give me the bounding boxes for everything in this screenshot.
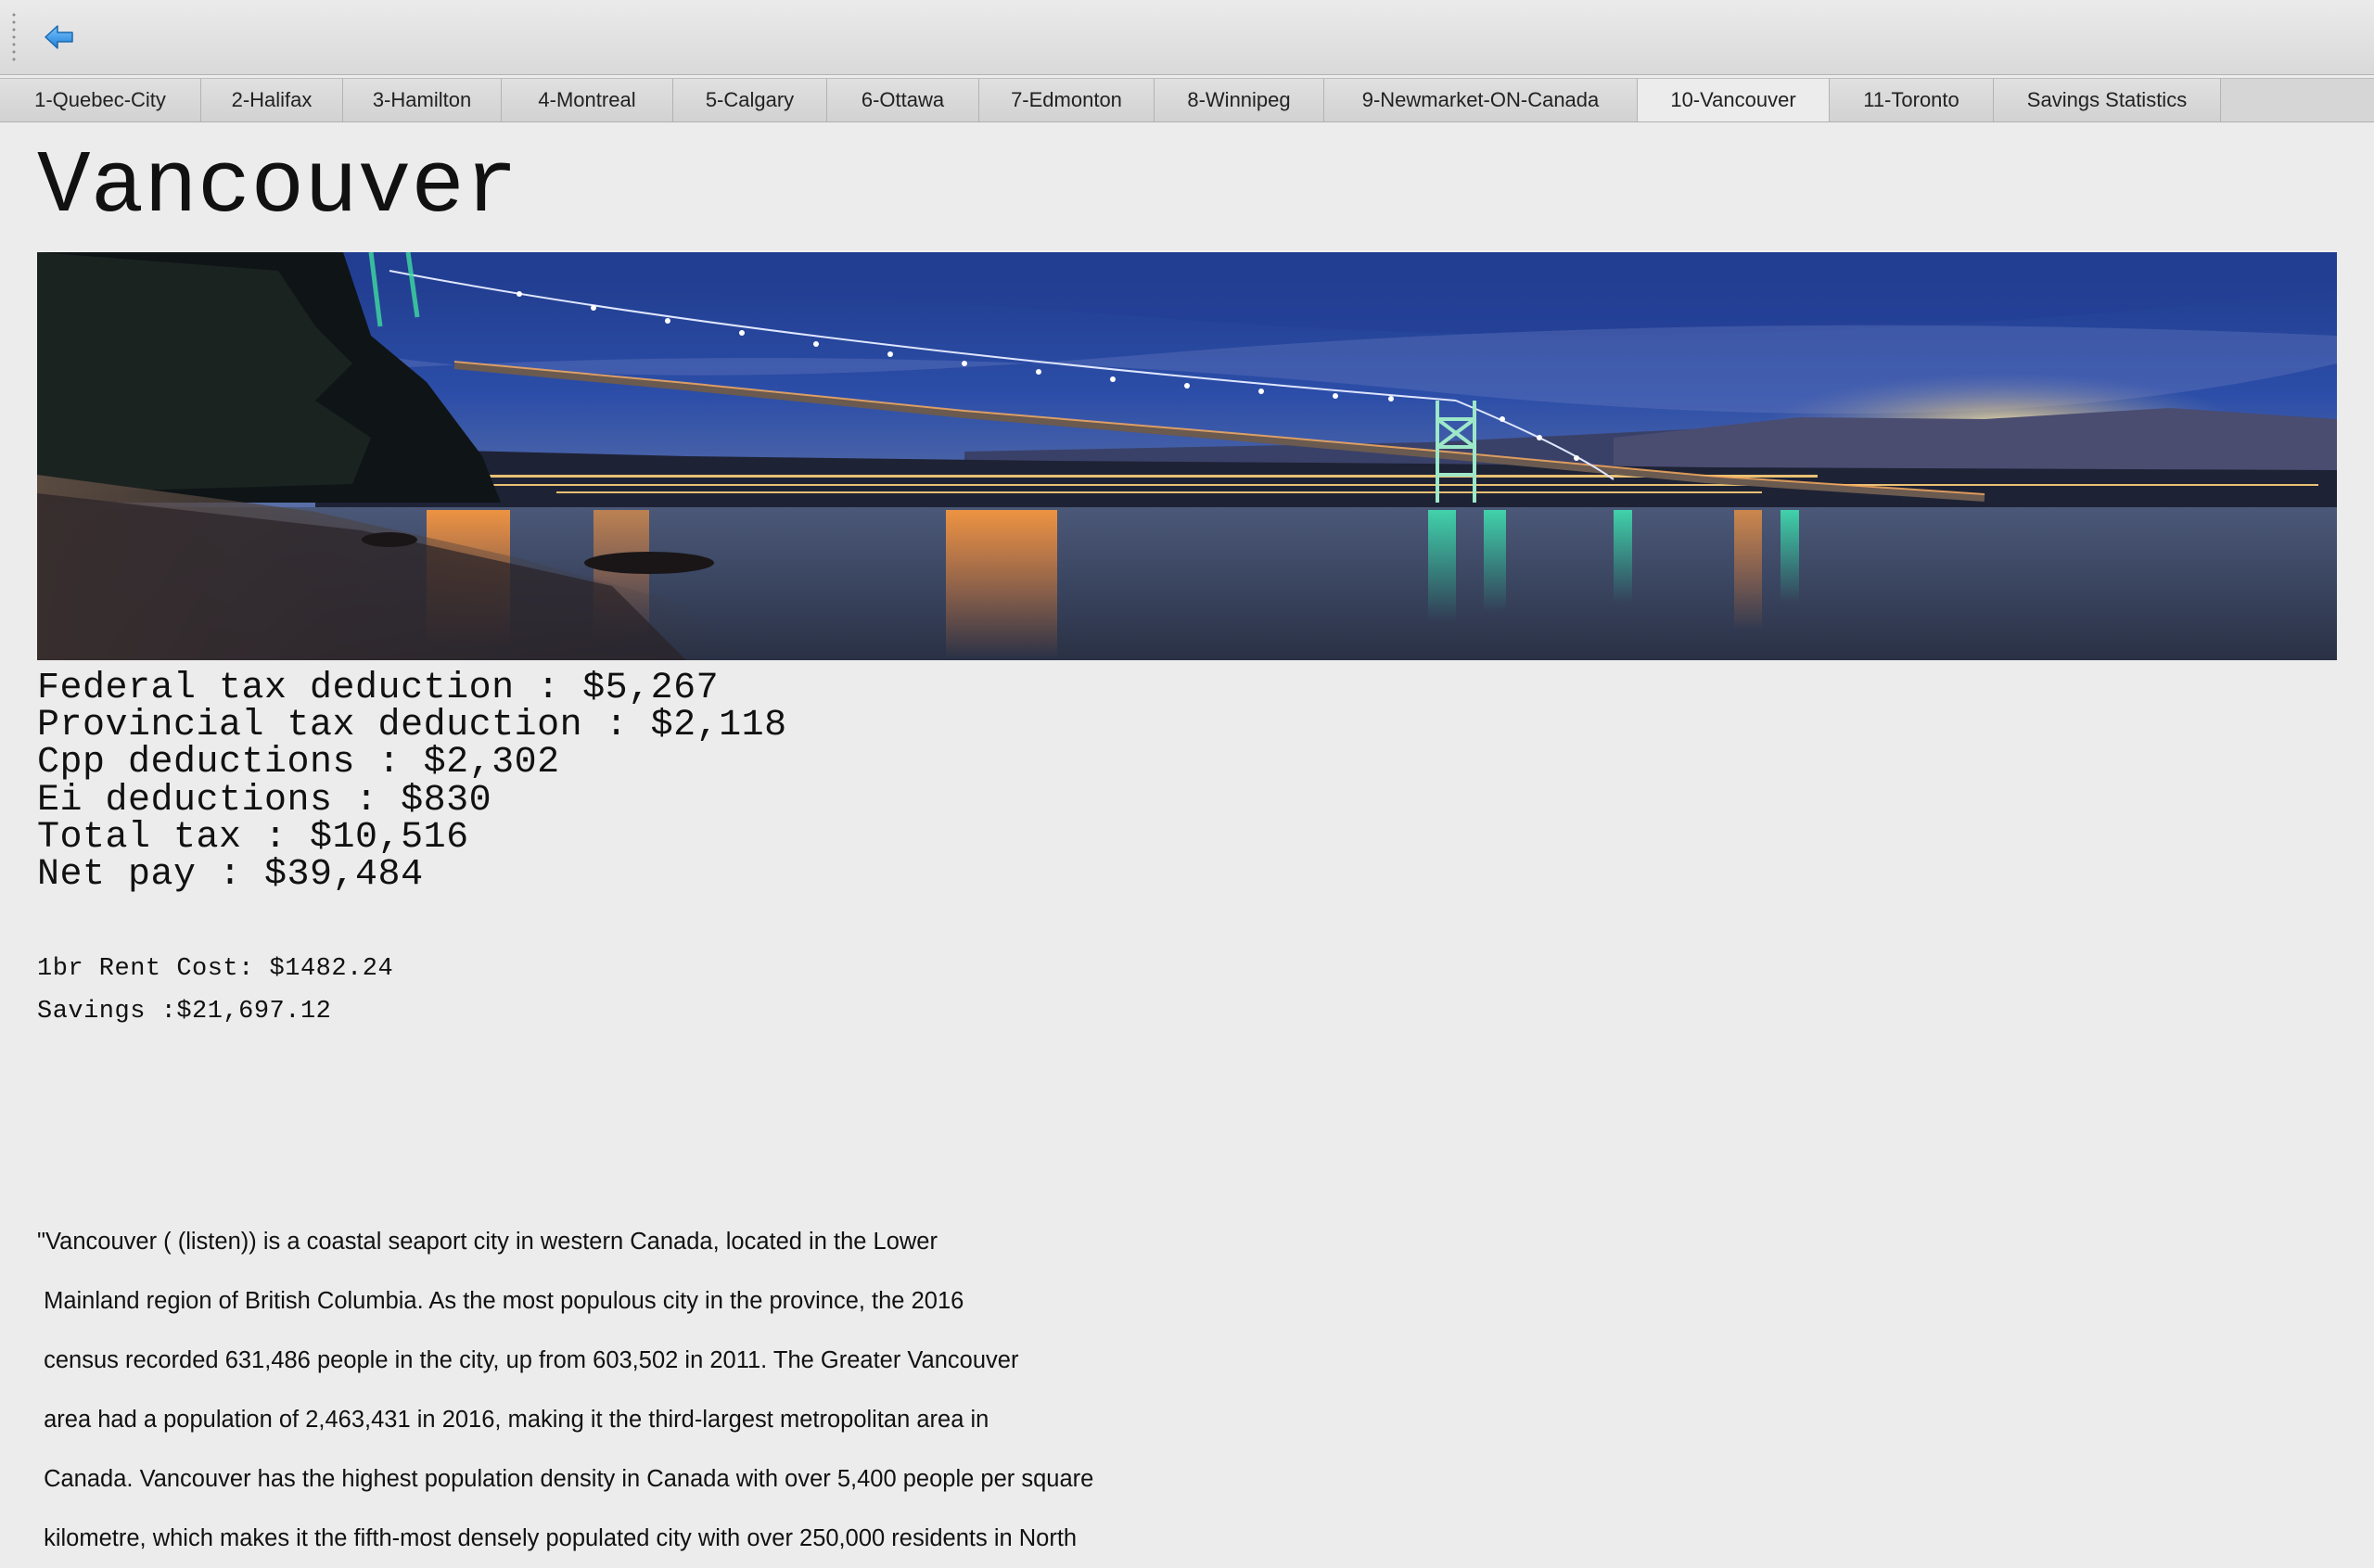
net-pay-text: Net pay : $39,484 [37,854,424,897]
description-line: Canada. Vancouver has the highest popula… [37,1466,1094,1492]
description-line: area had a population of 2,463,431 in 20… [37,1407,989,1433]
cpp-deductions-text: Cpp deductions : $2,302 [37,742,560,784]
tab-halifax[interactable]: 2-Halifax [201,79,343,121]
provincial-tax-text: Provincial tax deduction : $2,118 [37,705,787,747]
ei-deductions-text: Ei deductions : $830 [37,779,492,822]
description-line: "Vancouver ( (listen)) is a coastal seap… [37,1229,938,1255]
city-tab-bar: 1-Quebec-City 2-Halifax 3-Hamilton 4-Mon… [0,78,2374,122]
toolbar-grip-handle[interactable] [12,11,16,65]
toolbar [0,0,2374,75]
total-tax-text: Total tax : $10,516 [37,816,469,859]
rent-cost-text: 1br Rent Cost: $1482.24 [37,955,394,983]
tab-quebec-city[interactable]: 1-Quebec-City [0,79,201,121]
savings-text: Savings :$21,697.12 [37,998,332,1026]
cost-summary: 1br Rent Cost: $1482.24 Savings :$21,697… [37,948,393,1033]
federal-tax-text: Federal tax deduction : $5,267 [37,668,720,709]
back-button[interactable] [37,17,82,61]
tab-savings-statistics[interactable]: Savings Statistics [1994,79,2221,121]
description-line: kilometre, which makes it the fifth-most… [37,1525,1078,1551]
city-title: Vancouver [37,136,518,237]
description-line: census recorded 631,486 people in the ci… [37,1347,1019,1373]
tab-newmarket[interactable]: 9-Newmarket-ON-Canada [1324,79,1638,121]
city-description: "Vancouver ( (listen)) is a coastal seap… [37,1212,1093,1568]
tab-montreal[interactable]: 4-Montreal [502,79,673,121]
back-arrow-icon [44,23,75,56]
tab-calgary[interactable]: 5-Calgary [673,79,827,121]
tab-hamilton[interactable]: 3-Hamilton [343,79,502,121]
tab-ottawa[interactable]: 6-Ottawa [827,79,979,121]
tax-summary: Federal tax deduction : $5,267 Provincia… [37,668,787,897]
tab-toronto[interactable]: 11-Toronto [1830,79,1994,121]
tab-edmonton[interactable]: 7-Edmonton [979,79,1155,121]
description-line: Mainland region of British Columbia. As … [37,1288,964,1314]
tab-winnipeg[interactable]: 8-Winnipeg [1155,79,1324,121]
city-banner-image [37,252,2337,660]
tab-vancouver[interactable]: 10-Vancouver [1638,79,1830,121]
